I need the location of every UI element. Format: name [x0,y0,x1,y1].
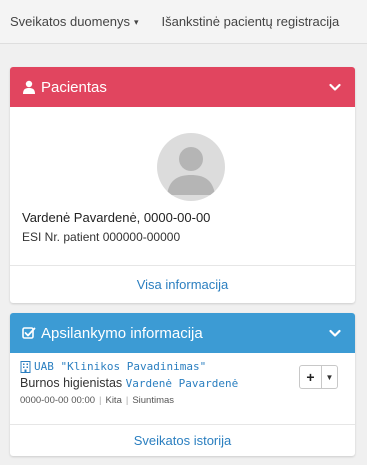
specialist-name-link[interactable]: Vardenė Pavardenė [126,377,239,390]
patient-name-line: Vardenė Pavardenė, 0000-00-00 [22,210,210,225]
clinic-row[interactable]: UAB "Klinikos Pavadinimas" [20,360,206,373]
visit-actions-button-group: + ▼ [299,365,338,389]
avatar-silhouette-icon [167,147,215,195]
user-icon [23,80,35,94]
top-navigation: Sveikatos duomenys ▾ Išankstinė pacientų … [0,0,367,44]
clinic-name: UAB "Klinikos Pavadinimas" [34,360,207,373]
patient-birth-date: 0000-00-00 [140,210,211,225]
visit-panel: Apsilankymo informacija UAB "Klinikos Pa… [10,313,355,456]
add-button[interactable]: + [300,366,322,388]
patient-esi-number: ESI Nr. patient 000000-00000 [22,230,181,244]
patient-avatar [157,133,225,201]
visit-referral: Siuntimas [132,395,175,406]
patient-panel: Pacientas Vardenė Pavardenė, 0000-00-00 … [10,67,355,303]
patient-panel-heading[interactable]: Pacientas [10,67,355,107]
checkbox-edit-icon [22,327,36,339]
nav-health-data-dropdown[interactable]: Sveikatos duomenys ▾ [0,14,151,29]
visit-datetime: 0000-00-00 00:00 [20,395,96,406]
specialist-role: Burnos higienistas [20,376,126,390]
visit-meta-row: 0000-00-00 00:00 | Kita | Siuntimas [20,395,174,406]
building-icon [20,360,31,373]
caret-down-icon: ▼ [325,372,334,382]
specialist-row: Burnos higienistas Vardenė Pavardenė [20,376,238,390]
nav-preregistration-label: Išankstinė pacientų registracija [161,14,340,29]
patient-panel-title: Pacientas [41,78,107,96]
separator: | [125,395,129,406]
visit-type: Kita [105,395,122,406]
nav-health-data-label: Sveikatos duomenys [10,14,130,29]
visit-panel-heading[interactable]: Apsilankymo informacija [10,313,355,353]
visit-panel-title: Apsilankymo informacija [41,324,203,342]
patient-name: Vardenė Pavardenė, [22,210,141,225]
chevron-down-icon[interactable] [329,81,341,93]
full-info-link[interactable]: Visa informacija [10,265,355,303]
actions-dropdown-toggle[interactable]: ▼ [322,366,337,388]
health-history-link[interactable]: Sveikatos istorija [10,424,355,456]
nav-preregistration[interactable]: Išankstinė pacientų registracija [151,14,352,29]
separator: | [99,395,102,406]
chevron-down-icon[interactable] [329,327,341,339]
caret-down-icon: ▾ [133,17,139,27]
